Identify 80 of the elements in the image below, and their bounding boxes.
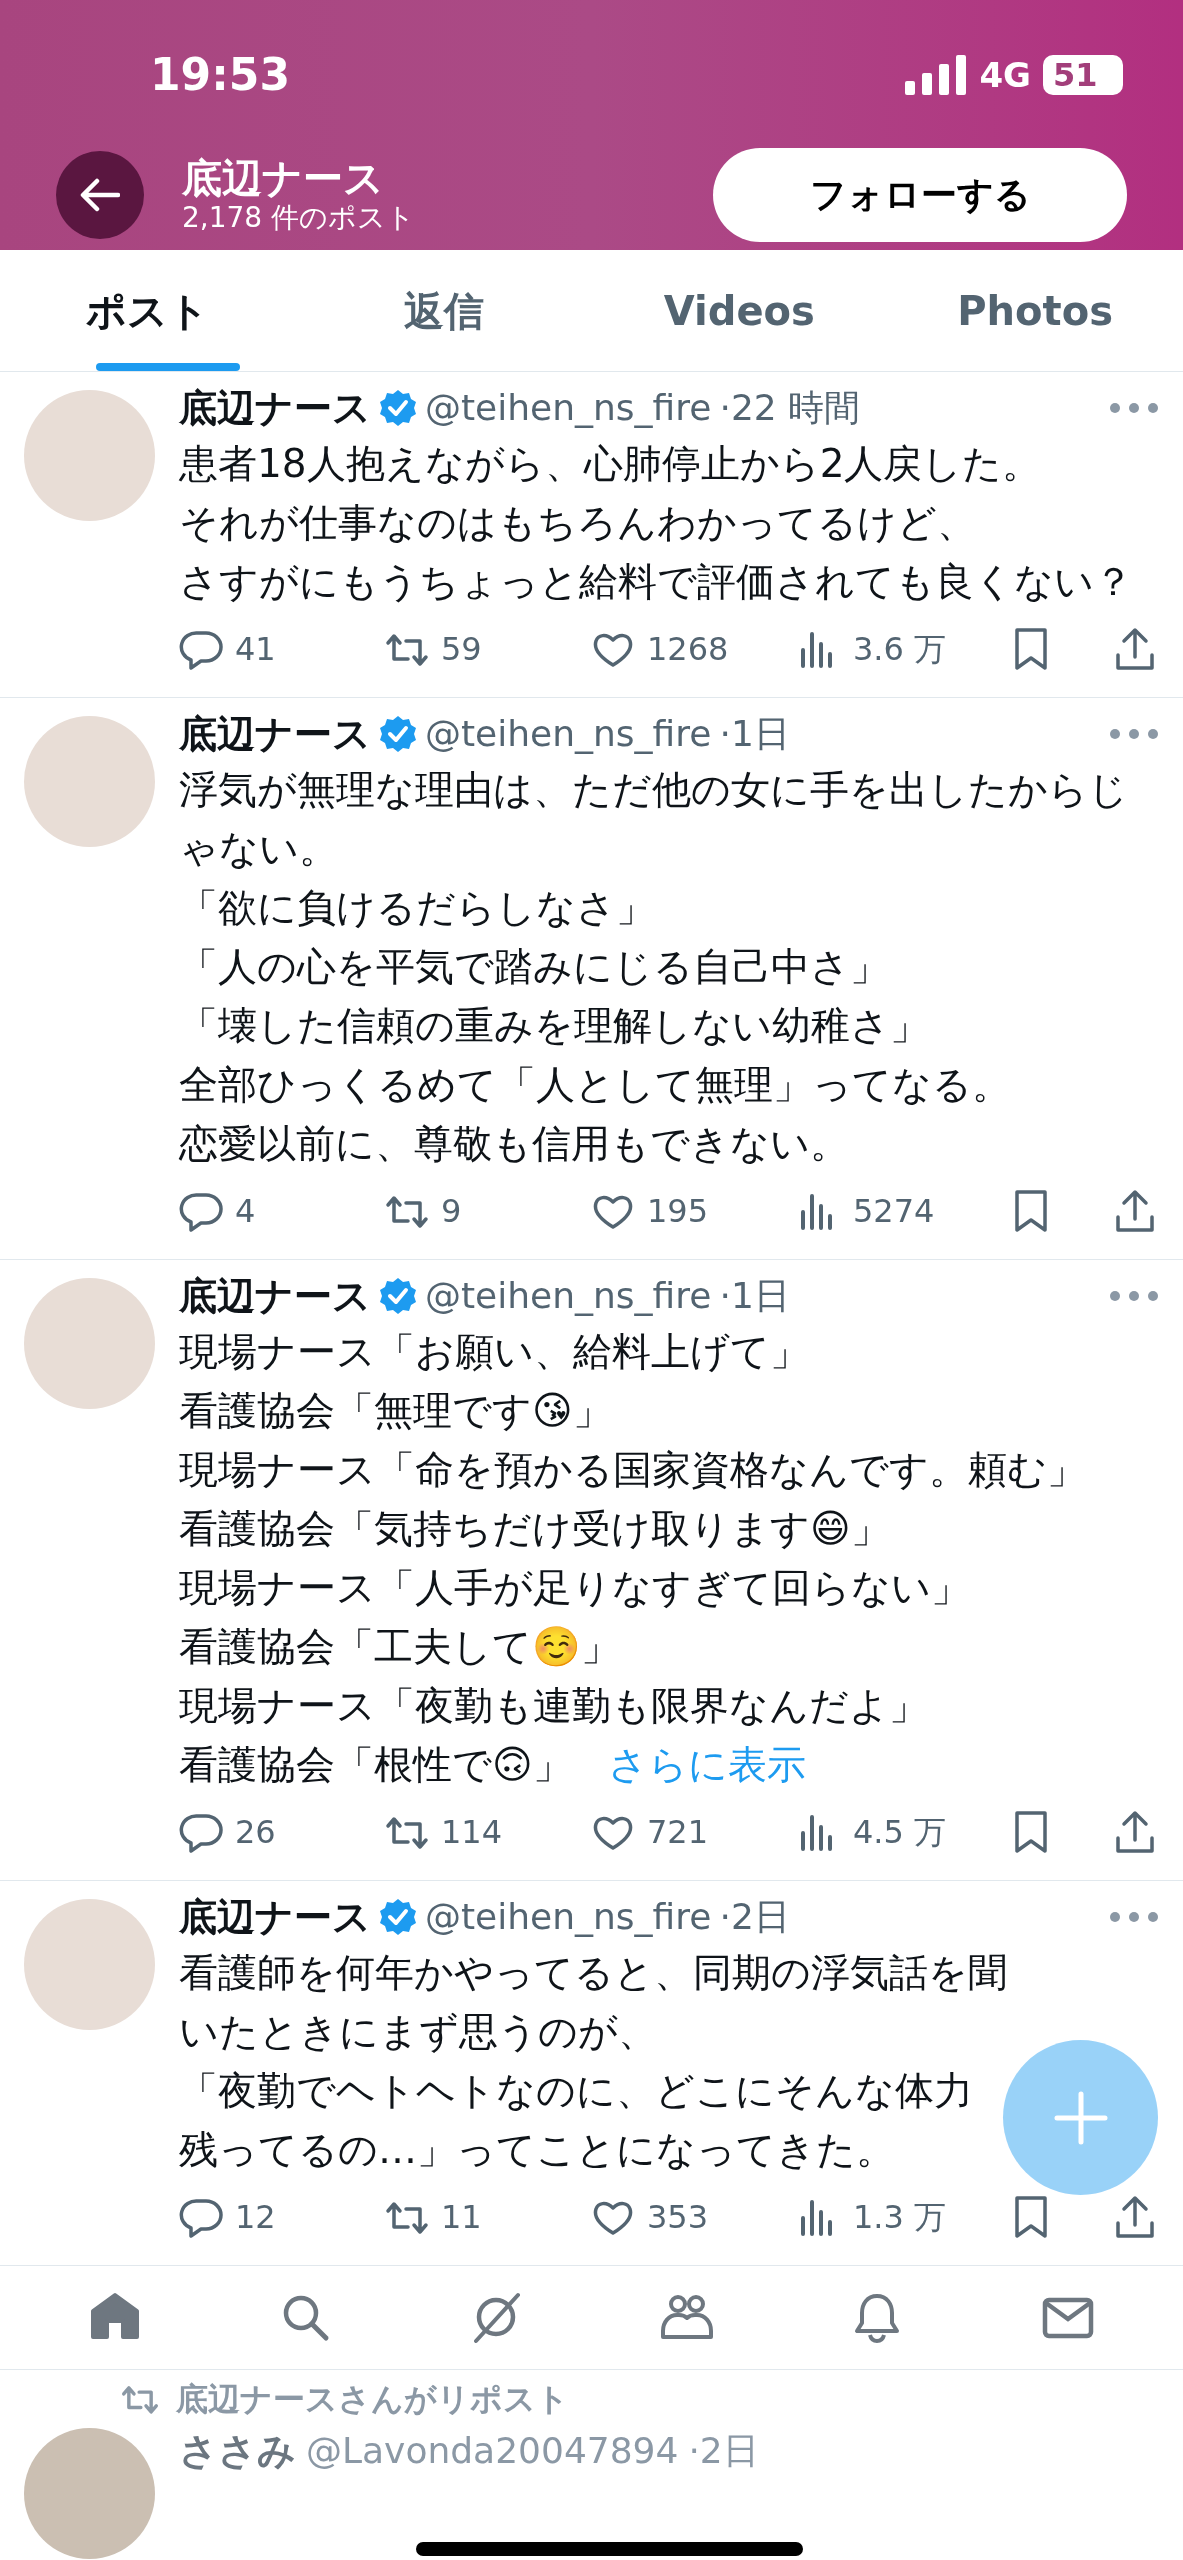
post-text-line: それが仕事なのはもちろんわかってるけど、 bbox=[179, 499, 976, 547]
status-time: 19:53 bbox=[150, 48, 291, 102]
share-icon[interactable] bbox=[1115, 627, 1155, 671]
back-arrow-icon bbox=[80, 178, 120, 212]
share-icon[interactable] bbox=[1115, 1189, 1155, 1233]
post-text-line: 看護協会「無理です😘」 bbox=[179, 1387, 612, 1435]
post-text-line: 「欲に負けるだらしなさ」 bbox=[179, 884, 655, 932]
repost-button[interactable]: 11 bbox=[385, 2193, 591, 2241]
reply-button[interactable]: 12 bbox=[179, 2193, 385, 2241]
author-name: 底辺ナース bbox=[179, 384, 371, 432]
battery-level: 51 bbox=[1043, 55, 1123, 95]
post-text-line: 看護協会「工夫して☺」 bbox=[179, 1623, 620, 1671]
bookmark-icon[interactable] bbox=[1013, 2195, 1049, 2239]
post-time: ·1日 bbox=[719, 712, 790, 756]
post-time: ·2日 bbox=[719, 1895, 790, 1939]
repost-button[interactable]: 59 bbox=[385, 625, 591, 673]
like-button[interactable]: 353 bbox=[591, 2193, 797, 2241]
like-button[interactable]: 195 bbox=[591, 1187, 797, 1235]
signal-icon bbox=[905, 55, 968, 95]
author-handle: @teihen_ns_fire bbox=[425, 1274, 712, 1318]
post-time: ·22 時間 bbox=[719, 386, 861, 430]
views-button[interactable]: 5274 bbox=[797, 1187, 1003, 1235]
views-button[interactable]: 1.3 万 bbox=[797, 2193, 1003, 2241]
tab[interactable]: Photos bbox=[887, 250, 1183, 371]
post-text-line: 看護協会「気持ちだけ受け取ります😄」 bbox=[179, 1505, 890, 1553]
post-text-line: 現場ナース「夜勤も連勤も限界なんだよ」 bbox=[179, 1682, 928, 1730]
views-button[interactable]: 4.5 万 bbox=[797, 1808, 1003, 1856]
post-text-line: 浮気が無理な理由は、ただ他の女に手を出したからじゃない。 bbox=[179, 766, 1129, 873]
author-name: 底辺ナース bbox=[179, 1893, 371, 1941]
post-text-line: さすがにもうちょっと給料で評価されても良くない？ bbox=[179, 558, 1133, 606]
reply-button[interactable]: 26 bbox=[179, 1808, 385, 1856]
post-text-line: 恋愛以前に、尊敬も信用もできない。 bbox=[179, 1120, 849, 1168]
post-time: ·1日 bbox=[719, 1274, 790, 1318]
author-handle: @teihen_ns_fire bbox=[425, 386, 712, 430]
bookmark-icon[interactable] bbox=[1013, 1189, 1049, 1233]
author-name: 底辺ナース bbox=[179, 710, 371, 758]
views-button[interactable]: 3.6 万 bbox=[797, 625, 1003, 673]
network-label: 4G bbox=[979, 53, 1031, 97]
author-name: ささみ bbox=[179, 2427, 296, 2475]
repost-button[interactable]: 114 bbox=[385, 1808, 591, 1856]
tab[interactable]: 返信 bbox=[295, 250, 592, 371]
more-icon[interactable] bbox=[1109, 1290, 1159, 1302]
bookmark-icon[interactable] bbox=[1013, 1810, 1049, 1854]
post-text-line: 看護協会「根性で🙃」 bbox=[179, 1741, 572, 1789]
tab[interactable]: Videos bbox=[591, 250, 888, 371]
plus-icon bbox=[1052, 2089, 1109, 2146]
post-text-line: 現場ナース「お願い、給料上げて」 bbox=[179, 1328, 809, 1376]
share-icon[interactable] bbox=[1115, 2195, 1155, 2239]
author-handle: @teihen_ns_fire bbox=[425, 712, 712, 756]
post-text-line: 現場ナース「人手が足りなすぎて回らない」 bbox=[179, 1564, 970, 1612]
share-icon[interactable] bbox=[1115, 1810, 1155, 1854]
post-text-line: 「夜勤でヘトヘトなのに、どこにそんな体力残ってるの…」ってことになってきた。 bbox=[179, 2067, 974, 2174]
bookmark-icon[interactable] bbox=[1013, 627, 1049, 671]
post-text-line: 患者18人抱えながら、心肺停止から2人戻した。 bbox=[179, 440, 1042, 488]
post-text-line: 全部ひっくるめて「人として無理」ってなる。 bbox=[179, 1061, 1011, 1109]
more-icon[interactable] bbox=[1109, 402, 1159, 414]
post-text-line: 看護師を何年かやってると、同期の浮気話を聞いたときにまず思うのが、 bbox=[179, 1949, 1008, 2056]
more-icon[interactable] bbox=[1109, 1911, 1159, 1923]
reply-button[interactable]: 4 bbox=[179, 1187, 385, 1235]
profile-name: 底辺ナース bbox=[182, 155, 385, 201]
author-handle: @Lavonda20047894 bbox=[306, 2429, 679, 2473]
reply-button[interactable]: 41 bbox=[179, 625, 385, 673]
post-text-line: 現場ナース「命を預かる国家資格なんです。頼む」 bbox=[179, 1446, 1086, 1494]
like-button[interactable]: 721 bbox=[591, 1808, 797, 1856]
post-count: 2,178 件のポスト bbox=[182, 201, 417, 235]
author-name: 底辺ナース bbox=[179, 1272, 371, 1320]
post-text-line: 「人の心を平気で踏みにじる自己中さ」 bbox=[179, 943, 889, 991]
reply-icon bbox=[179, 628, 223, 670]
reply-icon bbox=[179, 2196, 223, 2238]
author-handle: @teihen_ns_fire bbox=[425, 1895, 712, 1939]
tab[interactable]: ポスト bbox=[0, 250, 296, 371]
follow-button[interactable]: フォローする bbox=[713, 148, 1127, 242]
more-icon[interactable] bbox=[1109, 728, 1159, 740]
post-time: ·2日 bbox=[688, 2429, 759, 2473]
repost-notice: 底辺ナースさんがリポスト bbox=[176, 2379, 569, 2420]
reply-icon bbox=[179, 1190, 223, 1232]
repost-button[interactable]: 9 bbox=[385, 1187, 591, 1235]
reply-icon bbox=[179, 1811, 223, 1853]
post-text-line: 「壊した信頼の重みを理解しない幼稚さ」 bbox=[179, 1002, 929, 1050]
like-button[interactable]: 1268 bbox=[591, 625, 797, 673]
